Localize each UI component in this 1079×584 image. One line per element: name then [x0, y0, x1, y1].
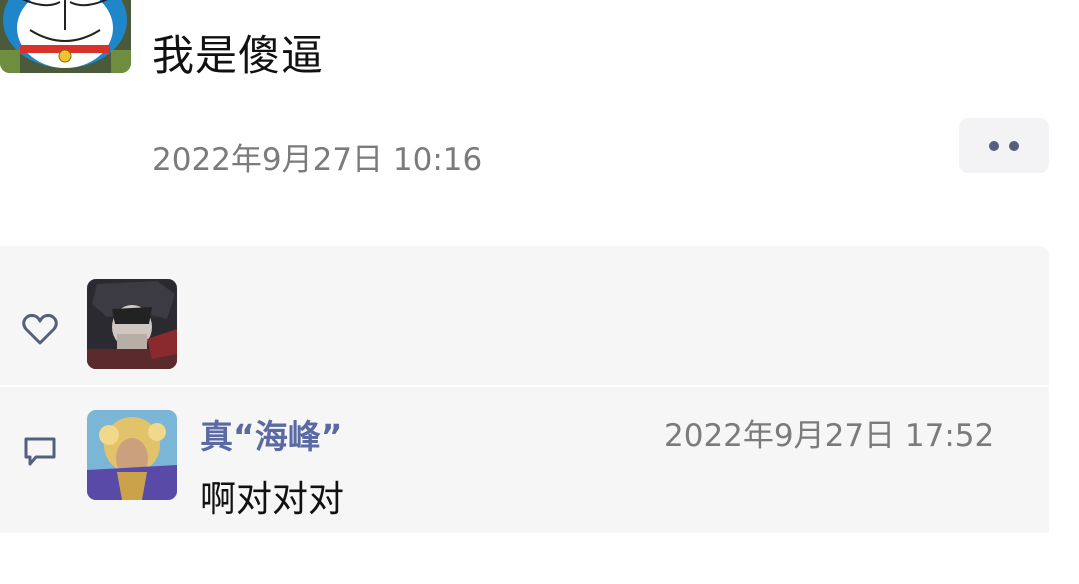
anime-avatar-image: [87, 410, 177, 500]
comment-text[interactable]: 啊对对对: [200, 470, 344, 522]
post-text: 我是傻逼: [152, 31, 325, 80]
comment-icon: [24, 437, 56, 466]
heart-icon: [22, 313, 58, 345]
comment-author-name[interactable]: 真“海峰”: [200, 410, 342, 458]
more-dots-icon: [1009, 140, 1019, 151]
more-button[interactable]: [959, 118, 1049, 173]
author-avatar[interactable]: [0, 0, 131, 73]
commenter-avatar[interactable]: [87, 410, 177, 500]
doraemon-avatar-image: [0, 0, 131, 73]
comment-timestamp: 2022年9月27日 17:52: [664, 418, 995, 454]
liker-avatar[interactable]: [87, 279, 177, 369]
post-timestamp: 2022年9月27日 10:16: [152, 142, 483, 178]
more-dots-icon: [989, 140, 999, 151]
anime-avatar-image: [87, 279, 177, 369]
